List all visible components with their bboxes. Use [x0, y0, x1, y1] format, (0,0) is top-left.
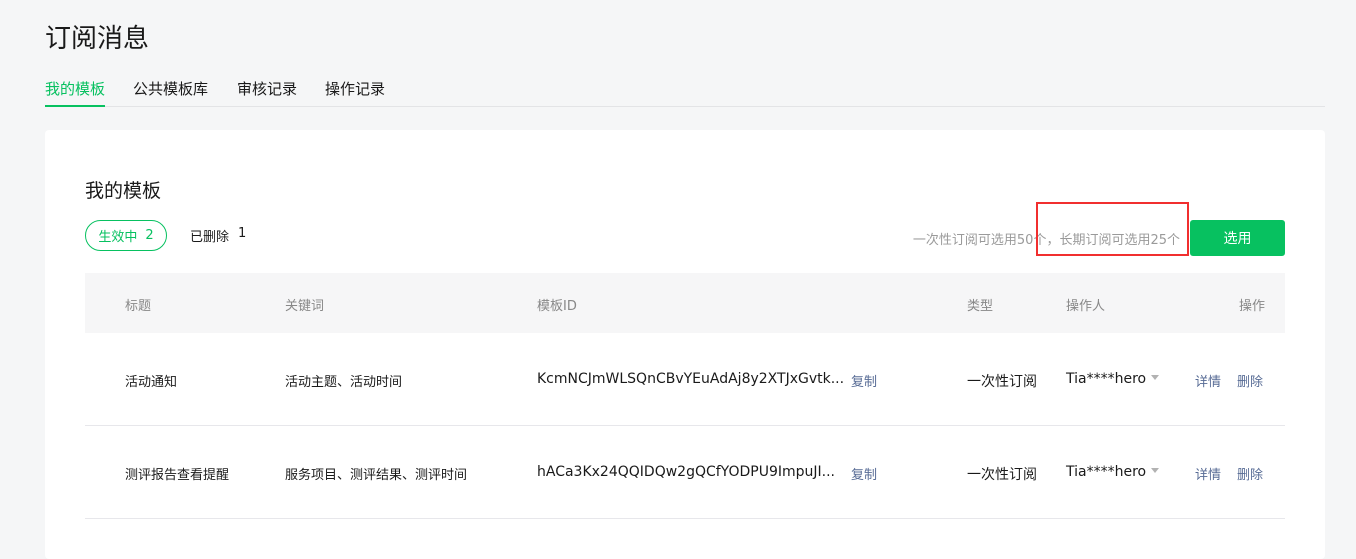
- filter-active-label: 生效中: [98, 230, 138, 245]
- operator-name: Tia****hero: [1066, 371, 1147, 387]
- filter-deleted-count: 1: [238, 226, 247, 241]
- header-title: 标题: [125, 299, 152, 314]
- filter-deleted-label: 已删除: [190, 230, 230, 245]
- tab-bar: 我的模板 公共模板库 审核记录 操作记录: [45, 78, 1325, 107]
- page-title: 订阅消息: [45, 24, 150, 54]
- row-operator[interactable]: Tia****hero: [1066, 464, 1160, 480]
- select-template-button[interactable]: 选用: [1190, 220, 1285, 256]
- detail-link[interactable]: 详情: [1195, 371, 1221, 390]
- tab-my-templates[interactable]: 我的模板: [45, 78, 106, 107]
- row-title: 活动通知: [125, 375, 178, 390]
- delete-link[interactable]: 删除: [1237, 464, 1263, 483]
- caret-down-icon: [1151, 374, 1160, 380]
- tab-review-records[interactable]: 审核记录: [237, 78, 297, 105]
- table-row: 活动通知 活动主题、活动时间 KcmNCJmWLSQnCBvYEuAdAj8y2…: [85, 333, 1285, 426]
- header-type: 类型: [967, 299, 994, 314]
- header-template-id: 模板ID: [537, 299, 577, 314]
- detail-link[interactable]: 详情: [1195, 464, 1221, 483]
- row-type: 一次性订阅: [967, 467, 1037, 483]
- copy-id-link[interactable]: 复制: [851, 464, 877, 483]
- row-title: 测评报告查看提醒: [125, 468, 230, 483]
- row-template-id: KcmNCJmWLSQnCBvYEuAdAj8y2XTJxGvtk...: [537, 371, 845, 387]
- row-keywords: 活动主题、活动时间: [285, 375, 403, 390]
- section-title: 我的模板: [85, 180, 162, 202]
- delete-link[interactable]: 删除: [1237, 371, 1263, 390]
- filter-active-count: 2: [145, 228, 154, 243]
- row-operator[interactable]: Tia****hero: [1066, 371, 1160, 387]
- my-templates-card: 我的模板 生效中 2 已删除 1 一次性订阅可选用50个，长期订阅可选用25个 …: [45, 130, 1325, 559]
- table-header: 标题 关键词 模板ID 类型 操作人 操作: [85, 273, 1285, 333]
- header-keywords: 关键词: [285, 299, 325, 314]
- table-row: 测评报告查看提醒 服务项目、测评结果、测评时间 hACa3Kx24QQIDQw2…: [85, 426, 1285, 519]
- templates-table: 标题 关键词 模板ID 类型 操作人 操作 活动通知 活动主题、活动时间 Kcm…: [85, 273, 1285, 519]
- copy-id-link[interactable]: 复制: [851, 371, 877, 390]
- row-keywords: 服务项目、测评结果、测评时间: [285, 468, 468, 483]
- row-template-id: hACa3Kx24QQIDQw2gQCfYODPU9ImpuJI...: [537, 464, 835, 480]
- tab-public-template-library[interactable]: 公共模板库: [133, 78, 208, 105]
- filter-deleted[interactable]: 已删除 1: [190, 226, 246, 245]
- header-operator: 操作人: [1066, 299, 1106, 314]
- operator-name: Tia****hero: [1066, 464, 1147, 480]
- tab-operation-records[interactable]: 操作记录: [325, 78, 385, 105]
- filter-active[interactable]: 生效中 2: [85, 220, 167, 251]
- row-type: 一次性订阅: [967, 374, 1037, 390]
- caret-down-icon: [1151, 467, 1160, 473]
- header-actions: 操作: [1238, 299, 1265, 314]
- quota-note: 一次性订阅可选用50个，长期订阅可选用25个: [912, 233, 1180, 248]
